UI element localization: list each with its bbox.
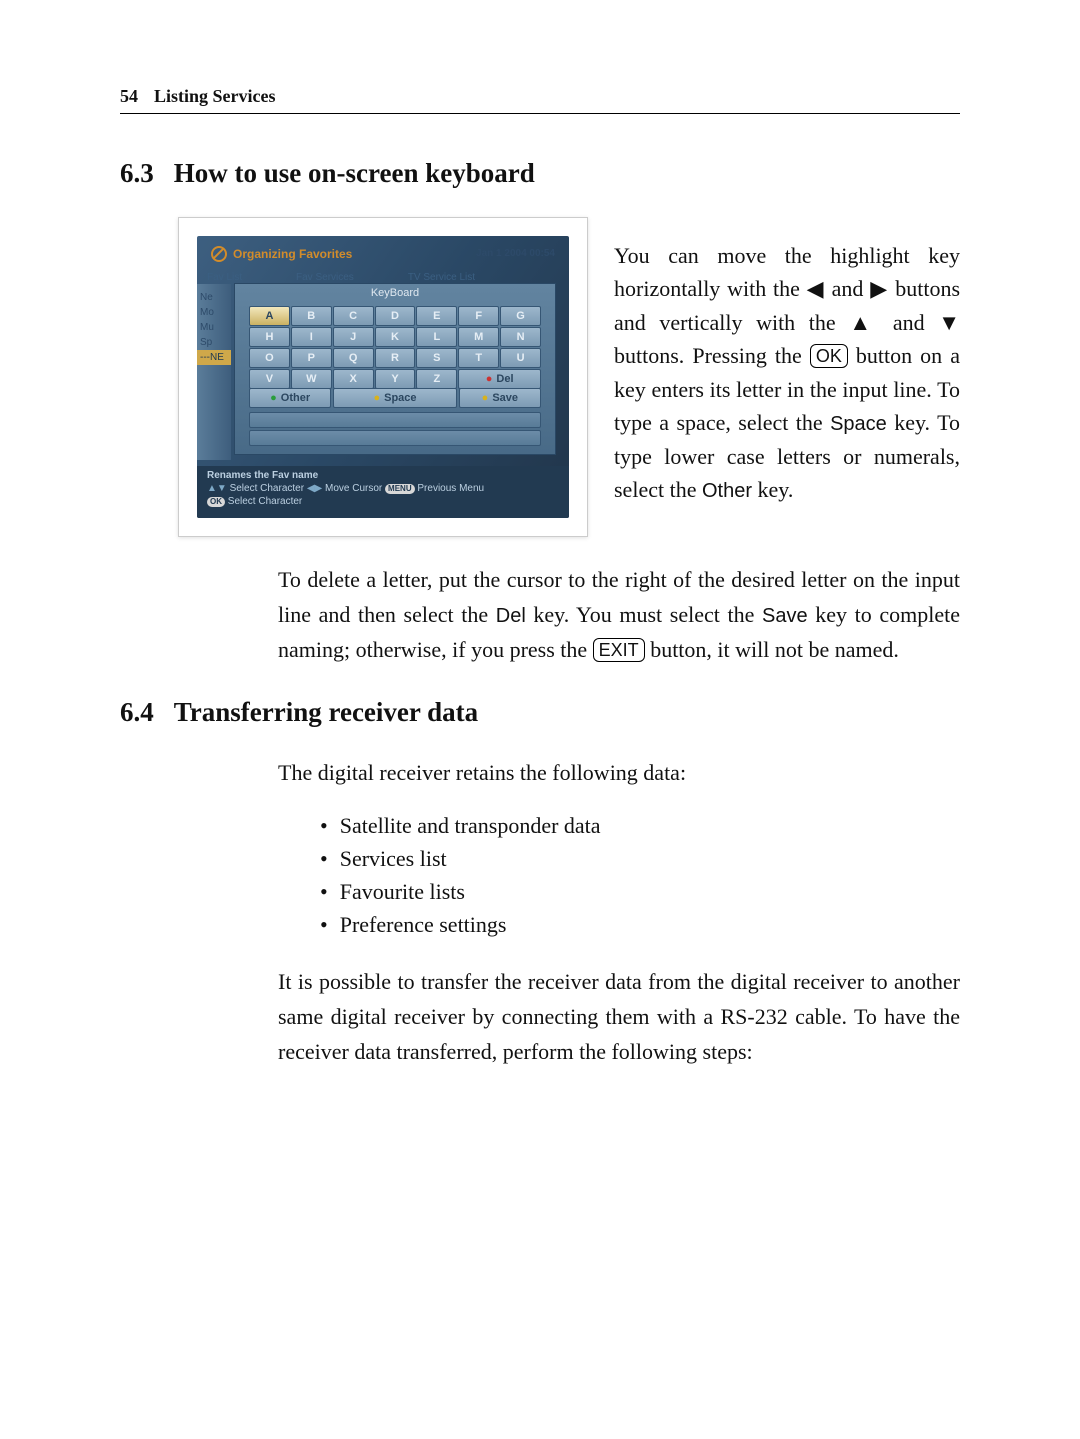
key-t[interactable]: T (458, 348, 499, 368)
menu-pill: MENU (385, 484, 415, 494)
running-head: 54 Listing Services (120, 86, 960, 114)
input-line[interactable] (249, 430, 541, 446)
ok-pill: OK (207, 497, 225, 507)
keyboard-grid: A B C D E F G H I J K L M (249, 306, 541, 389)
up-arrow-icon: ▲ (849, 310, 879, 335)
para-6-3b: To delete a letter, put the cursor to th… (278, 563, 960, 667)
side-item: Mo (197, 305, 231, 320)
text: and (879, 310, 938, 335)
key-e[interactable]: E (416, 306, 457, 326)
section-6-3-heading: 6.3 How to use on-screen keyboard (120, 158, 960, 189)
keyboard-bottom-row: Other Space Save (249, 388, 541, 408)
key-del[interactable]: Del (458, 369, 541, 389)
page: 54 Listing Services 6.3 How to use on-sc… (0, 0, 1080, 1439)
key-f[interactable]: F (458, 306, 499, 326)
key-m[interactable]: M (458, 327, 499, 347)
keyboard-title: KeyBoard (235, 284, 555, 302)
key-g[interactable]: G (500, 306, 541, 326)
text: buttons. Pressing the (614, 343, 810, 368)
key-w[interactable]: W (291, 369, 332, 389)
other-key-label: Other (702, 480, 752, 502)
help-text: Move Cursor (325, 483, 382, 494)
section-title: Transferring receiver data (174, 697, 478, 728)
screenshot-panel: Organizing Favorites Jan 1 2004 00:54 Fa… (197, 236, 569, 518)
key-o[interactable]: O (249, 348, 290, 368)
key-p[interactable]: P (291, 348, 332, 368)
key-i[interactable]: I (291, 327, 332, 347)
save-key-label: Save (762, 605, 808, 627)
list-item: Favourite lists (320, 875, 960, 908)
list-item: Preference settings (320, 908, 960, 941)
del-key-label: Del (496, 605, 526, 627)
text: button, it will not be named. (645, 637, 899, 662)
side-item: Sp (197, 335, 231, 350)
key-j[interactable]: J (333, 327, 374, 347)
key-v[interactable]: V (249, 369, 290, 389)
key-y[interactable]: Y (375, 369, 416, 389)
section-6-4-heading: 6.4 Transferring receiver data (120, 697, 960, 728)
key-h[interactable]: H (249, 327, 290, 347)
receiver-data-list: Satellite and transponder data Services … (320, 809, 960, 941)
help-line-2: ▲▼ Select Character ◀▶ Move Cursor MENU … (207, 483, 559, 494)
side-item: Ne (197, 290, 231, 305)
leftright-icon: ◀▶ (307, 483, 322, 494)
key-u[interactable]: U (500, 348, 541, 368)
ok-button-label: OK (810, 344, 848, 368)
key-r[interactable]: R (375, 348, 416, 368)
para-6-3a: You can move the highlight key horizonta… (614, 239, 960, 507)
key-k[interactable]: K (375, 327, 416, 347)
screen-title: Organizing Favorites (211, 246, 352, 262)
list-item: Satellite and transponder data (320, 809, 960, 842)
section-number: 6.4 (120, 697, 154, 728)
help-text: Select Character (228, 496, 302, 507)
page-number: 54 (120, 86, 138, 107)
input-lines (249, 412, 541, 444)
keyboard-panel: KeyBoard A B C D E F G H I J K (235, 284, 555, 454)
key-z[interactable]: Z (416, 369, 457, 389)
key-b[interactable]: B (291, 306, 332, 326)
right-arrow-icon: ▶ (870, 276, 888, 301)
list-item: Services list (320, 842, 960, 875)
key-c[interactable]: C (333, 306, 374, 326)
para-6-4a: The digital receiver retains the followi… (278, 756, 960, 791)
help-text: Previous Menu (417, 483, 484, 494)
key-save[interactable]: Save (459, 388, 541, 408)
text: and (825, 276, 870, 301)
text: key. You must select the (526, 602, 762, 627)
help-line-1: Renames the Fav name (207, 470, 559, 481)
key-other[interactable]: Other (249, 388, 331, 408)
side-item: Mu (197, 320, 231, 335)
exit-button-label: EXIT (593, 638, 645, 662)
para-6-4b: It is possible to transfer the receiver … (278, 965, 960, 1069)
help-text: Select Character (230, 483, 304, 494)
side-item-selected: ---NE (197, 350, 231, 365)
text: key. (752, 477, 793, 502)
input-line[interactable] (249, 412, 541, 428)
key-x[interactable]: X (333, 369, 374, 389)
content-column: 54 Listing Services 6.3 How to use on-sc… (120, 86, 960, 1099)
key-q[interactable]: Q (333, 348, 374, 368)
key-space[interactable]: Space (333, 388, 456, 408)
left-arrow-icon: ◀ (807, 276, 825, 301)
clock-text: Jan 1 2004 00:54 (476, 248, 555, 259)
key-s[interactable]: S (416, 348, 457, 368)
updown-icon: ▲▼ (207, 483, 227, 494)
space-key-label: Space (830, 413, 887, 435)
section-title: How to use on-screen keyboard (174, 158, 535, 189)
keyboard-screenshot: Organizing Favorites Jan 1 2004 00:54 Fa… (178, 217, 588, 537)
screen-title-text: Organizing Favorites (233, 247, 352, 261)
key-d[interactable]: D (375, 306, 416, 326)
chapter-title: Listing Services (154, 86, 276, 107)
key-l[interactable]: L (416, 327, 457, 347)
fav-list-behind: Ne Mo Mu Sp ---NE (197, 284, 231, 460)
help-bar: Renames the Fav name ▲▼ Select Character… (197, 466, 569, 518)
down-arrow-icon: ▼ (938, 310, 960, 335)
section-number: 6.3 (120, 158, 154, 189)
key-n[interactable]: N (500, 327, 541, 347)
key-a[interactable]: A (249, 306, 290, 326)
help-line-3: OK Select Character (207, 496, 559, 507)
section-6-3-block: Organizing Favorites Jan 1 2004 00:54 Fa… (120, 217, 960, 537)
no-entry-icon (211, 246, 227, 262)
